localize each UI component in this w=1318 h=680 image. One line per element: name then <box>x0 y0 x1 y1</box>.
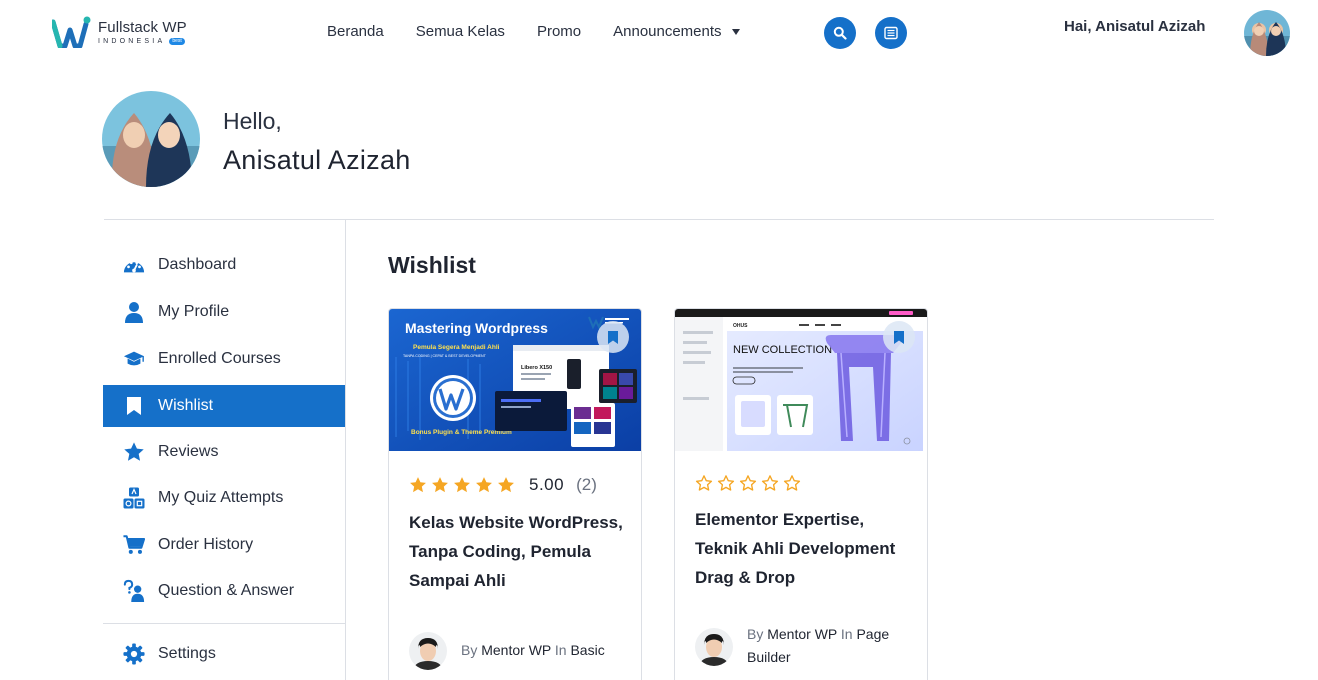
course-title[interactable]: Kelas Website WordPress, Tanpa Coding, P… <box>409 508 623 595</box>
sidebar-item-label: Order History <box>158 536 254 553</box>
meta-by: By <box>461 642 478 658</box>
course-thumbnail[interactable]: OHUS NEW COLLECTION <box>675 309 927 451</box>
main-nav: Beranda Semua Kelas Promo Announcements <box>327 22 772 42</box>
sidebar-item-reviews[interactable]: Reviews <box>103 431 345 473</box>
dashboard-icon <box>123 254 145 276</box>
star-filled-icon <box>432 477 448 493</box>
thumb-tagline: Pemula Segera Menjadi Ahli <box>413 344 500 351</box>
category-link[interactable]: Basic <box>570 642 604 658</box>
shapes-icon <box>123 487 145 509</box>
cart-icon <box>123 534 145 556</box>
site-logo[interactable]: Fullstack WP INDONESIA best <box>52 16 187 48</box>
meta-in: In <box>840 626 853 642</box>
logo-badge: best <box>169 37 185 45</box>
graduation-cap-icon <box>123 348 145 370</box>
star-filled-icon <box>410 477 426 493</box>
nav-semua-kelas[interactable]: Semua Kelas <box>416 22 505 42</box>
course-card[interactable]: Mastering Wordpress Pemula Segera Menjad… <box>388 308 642 680</box>
caret-down-icon <box>731 29 740 35</box>
dashboard-sidebar: Dashboard My Profile Enrolled Courses Wi… <box>103 220 346 680</box>
meta-by: By <box>747 626 764 642</box>
author-link[interactable]: Mentor WP <box>481 642 551 658</box>
profile-avatar <box>102 91 200 187</box>
author-photo <box>695 628 733 666</box>
author-photo <box>409 632 447 670</box>
profile-hello: Hello, <box>223 108 282 134</box>
nav-announcements-label: Announcements <box>613 23 722 40</box>
course-rating <box>695 474 801 492</box>
sidebar-item-wishlist[interactable]: Wishlist <box>103 385 345 427</box>
thumb-headline: Mastering Wordpress <box>405 320 548 336</box>
star-empty-icon <box>783 475 801 491</box>
nav-beranda[interactable]: Beranda <box>327 22 384 42</box>
sidebar-item-label: My Profile <box>158 303 230 320</box>
profile-photo <box>102 91 200 187</box>
user-avatar[interactable] <box>1244 10 1290 56</box>
sidebar-divider <box>103 623 345 624</box>
logo-name: Fullstack WP <box>98 18 187 36</box>
sidebar-item-label: Settings <box>158 645 216 662</box>
star-empty-icon <box>739 475 757 491</box>
course-meta: By Mentor WP In Basic <box>461 639 631 662</box>
author-avatar[interactable] <box>695 628 733 666</box>
author-avatar[interactable] <box>409 632 447 670</box>
bookmark-filled-icon <box>608 330 618 344</box>
bookmark-icon <box>123 395 145 417</box>
logo-country: INDONESIA <box>98 37 166 45</box>
star-empty-icon <box>695 475 713 491</box>
star-filled-icon <box>454 477 470 493</box>
site-header: Fullstack WP INDONESIA best Beranda Semu… <box>0 0 1318 66</box>
sidebar-item-dashboard[interactable]: Dashboard <box>103 244 345 286</box>
page-title: Wishlist <box>388 252 476 278</box>
thumb-mock-brand: Libero X150 <box>521 365 552 371</box>
meta-in: In <box>554 642 567 658</box>
star-icon <box>123 441 145 463</box>
question-icon <box>123 579 145 602</box>
course-meta: By Mentor WP In Page Builder <box>747 623 917 669</box>
course-rating: 5.00 (2) <box>409 475 597 495</box>
thumb-headline: NEW COLLECTION <box>733 344 832 356</box>
star-filled-icon <box>476 477 492 493</box>
sidebar-item-label: Dashboard <box>158 256 237 273</box>
sidebar-item-label: Wishlist <box>158 397 214 414</box>
sidebar-item-my-profile[interactable]: My Profile <box>103 291 345 333</box>
bookmark-filled-icon <box>894 330 904 344</box>
star-filled-icon <box>498 477 514 493</box>
sidebar-item-my-quiz-attempts[interactable]: My Quiz Attempts <box>103 477 345 519</box>
sidebar-item-label: Reviews <box>158 443 219 460</box>
star-empty-icon <box>717 475 735 491</box>
user-greeting[interactable]: Hai, Anisatul Azizah <box>1064 18 1205 35</box>
remove-wishlist-button[interactable] <box>597 321 629 353</box>
list-icon <box>884 26 898 40</box>
author-link[interactable]: Mentor WP <box>767 626 837 642</box>
search-button[interactable] <box>824 17 856 49</box>
rating-value: 5.00 <box>529 475 565 494</box>
remove-wishlist-button[interactable] <box>883 321 915 353</box>
rating-count: (2) <box>576 475 597 494</box>
nav-announcements[interactable]: Announcements <box>613 22 740 42</box>
thumb-subline: TANPA CODING | CEPAT & BEST DEVELOPMENT <box>403 354 487 358</box>
course-card[interactable]: OHUS NEW COLLECTION Elementor Expertise,… <box>674 308 928 680</box>
avatar-photo <box>1244 10 1290 56</box>
nav-promo[interactable]: Promo <box>537 22 581 42</box>
profile-name: Anisatul Azizah <box>223 145 411 175</box>
user-icon <box>123 301 145 323</box>
logo-w-icon <box>52 16 91 48</box>
sidebar-item-label: Question & Answer <box>158 582 295 599</box>
thumb-brand: OHUS <box>733 323 748 329</box>
gear-icon <box>123 643 145 665</box>
course-thumbnail[interactable]: Mastering Wordpress Pemula Segera Menjad… <box>389 309 641 451</box>
course-title[interactable]: Elementor Expertise, Teknik Ahli Develop… <box>695 505 909 592</box>
sidebar-item-question-answer[interactable]: Question & Answer <box>103 570 345 612</box>
sidebar-item-label: My Quiz Attempts <box>158 489 284 506</box>
sidebar-item-order-history[interactable]: Order History <box>103 524 345 566</box>
sidebar-item-settings[interactable]: Settings <box>103 633 345 675</box>
sidebar-item-label: Enrolled Courses <box>158 350 281 367</box>
star-empty-icon <box>761 475 779 491</box>
search-icon <box>833 26 847 40</box>
list-button[interactable] <box>875 17 907 49</box>
sidebar-item-enrolled-courses[interactable]: Enrolled Courses <box>103 338 345 380</box>
